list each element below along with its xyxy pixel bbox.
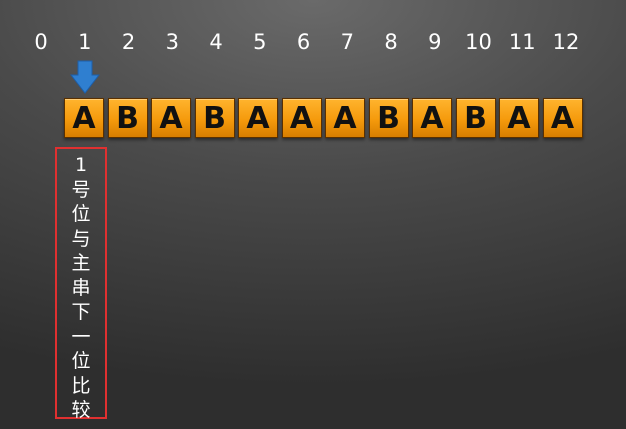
arrow-down-icon <box>70 60 100 94</box>
note-char: 号 <box>71 178 91 201</box>
index-label: 4 <box>209 30 223 54</box>
string-cell: A <box>499 98 539 138</box>
note-char: 与 <box>71 227 91 250</box>
string-cell: A <box>281 98 322 138</box>
index-label: 10 <box>465 30 492 54</box>
string-cell: B <box>455 98 496 138</box>
note-box: 1号位与主串下一位比较 <box>55 147 107 421</box>
note-char: 主 <box>71 252 91 274</box>
note-text: 1号位与主串下一位比较 <box>57 153 105 423</box>
index-label: 2 <box>121 30 136 54</box>
note-char: 位 <box>71 203 91 225</box>
string-cell: A <box>412 98 452 138</box>
string-cell: A <box>238 98 278 138</box>
index-label: 6 <box>296 30 311 54</box>
note-char: 1 <box>74 154 88 176</box>
string-cell: A <box>542 98 583 138</box>
string-cell: B <box>107 98 148 138</box>
index-label: 5 <box>253 30 267 54</box>
index-label: 3 <box>165 30 179 54</box>
index-label: 9 <box>428 30 442 54</box>
string-cells: ABABAAABABAA <box>0 98 626 140</box>
string-cell: A <box>64 98 104 138</box>
index-row: 0 1 2 3 4 5 6 7 8 9 10 11 12 <box>0 28 626 56</box>
string-cell: A <box>151 98 191 138</box>
index-label: 7 <box>340 30 354 54</box>
string-cell: B <box>368 98 409 138</box>
note-char: 一 <box>71 325 91 348</box>
index-label: 8 <box>384 30 398 54</box>
note-char: 串 <box>71 276 91 299</box>
note-char: 下 <box>71 301 91 323</box>
index-label: 11 <box>508 30 536 54</box>
string-cell: B <box>194 98 235 138</box>
string-cell: A <box>325 98 365 138</box>
note-char: 位 <box>71 350 91 372</box>
index-label: 0 <box>34 30 48 54</box>
note-char: 比 <box>71 374 91 397</box>
index-label: 1 <box>78 30 92 54</box>
note-char: 较 <box>71 399 91 421</box>
index-label: 12 <box>552 30 580 54</box>
